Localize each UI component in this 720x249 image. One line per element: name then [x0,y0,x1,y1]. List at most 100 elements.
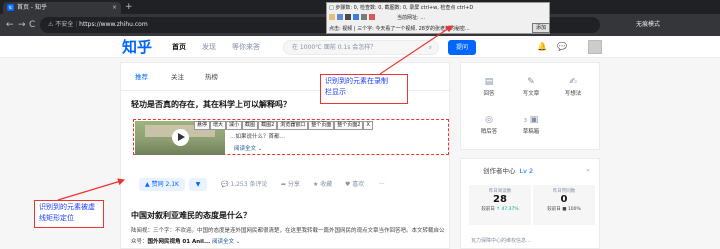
search-icon[interactable]: ⌕ [429,41,432,54]
nav-waiting-answers[interactable]: 等你来答 [232,36,260,58]
stat-change: 较前日 ↑ 47.37% [469,206,531,212]
capture-btn-page2[interactable]: 整个页面2 [334,121,364,130]
question-title-2[interactable]: 中国对叙利亚难民的态度是什么？ [131,210,251,221]
drafts-glyph: ▣ [529,115,539,125]
tab-title: 首页 - 知乎 [17,4,47,11]
callout-recorder: 识别到的元素在录制 栏显示 [320,74,408,104]
read-all-link-1[interactable]: 阅读全文 ⌄ [234,144,262,152]
sidebar-item-label: 写文章 [522,91,540,97]
recorder-status: □ 步骤数: 0, 检查数: 0, 截图数: 0, 录屏 ctrl+w, 检查点… [329,5,474,11]
favorite-button[interactable]: ★ 收藏 [313,178,332,191]
answer-icon: ▤ [484,77,494,87]
recorder-icons [329,14,389,22]
zhihu-favicon-icon: 知 [7,4,14,11]
stat-value: 28 [493,194,507,205]
downvote-button[interactable]: ▼ [189,178,207,191]
capture-btn-page[interactable]: 整个页面 [308,121,335,130]
ask-button[interactable]: 提问 [448,40,476,55]
recorder-url: 当前网址: ... [397,15,426,21]
more-button[interactable]: ··· [379,178,385,191]
share-button[interactable]: ➦ 分享 [281,178,300,191]
recognized-element-dashed-rect: 悬停 增大 减小 截图 截图2 浏览器窗口 整个页面 整个页面2 X …如果说什么？首都… 阅读… [133,119,449,155]
messages-icon[interactable]: 💬 [557,42,567,51]
back-icon[interactable]: ← [6,14,14,36]
draft-count: 3 [523,118,527,124]
rec-play-icon[interactable] [337,14,343,20]
sidebar-item-label: 写想法 [564,91,582,97]
creator-title-row[interactable]: 创作者中心 Lv 2 [483,165,533,175]
capture-btn-hover[interactable]: 悬停 [194,121,211,130]
arrow-to-dashed-rect [57,178,126,201]
question-title-1[interactable]: 轻功是否真的存在，其在科学上可以解释吗？ [131,99,291,110]
reload-icon[interactable]: C [29,14,35,36]
avatar[interactable] [588,40,602,54]
stat-views[interactable]: 昨日阅读数 28 较前日 ↑ 47.37% [469,185,531,225]
read-all-link-2[interactable]: 阅读全文 ⌄ [212,239,240,245]
search-input[interactable]: 在 1000℃ 面前 0.1s 会怎样？ ⌕ [283,40,439,55]
pen-icon: ✎ [527,77,535,87]
change-label: 较前日 [547,207,561,212]
sidebar-item-write-article[interactable]: ✎ 写文章 [511,75,551,105]
sidebar-item-answer-later[interactable]: ◎ 稍后答 [469,113,509,143]
stat-value: 0 [560,194,568,205]
sidebar-item-label: 回答 [483,91,495,97]
capture-btn-shrink[interactable]: 减小 [226,121,243,130]
url-text: https://www.zhihu.com [79,21,148,28]
creation-shortcuts: ▤ 回答 ✎ 写文章 ✍ 写想法 ◎ 稍后答 3 ▣ 草稿箱 [460,62,600,150]
forward-icon[interactable]: → [18,14,26,36]
capture-toolbar: 悬停 增大 减小 截图 截图2 浏览器窗口 整个页面 整个页面2 X [194,121,373,130]
recorder-add-button[interactable]: 添加 [532,23,550,33]
new-tab-button[interactable]: + [125,0,133,14]
comments-button[interactable]: 💬 1,253 条评论 [221,178,267,191]
notification-bell-icon[interactable]: 🔔 [537,42,547,51]
tab-follow[interactable]: 关注 [171,63,184,91]
search-placeholder: 在 1000℃ 面前 0.1s 会怎样？ [292,44,377,51]
nav-home[interactable]: 首页 [172,36,186,58]
tab-recommend[interactable]: 推荐 [135,63,148,91]
capture-btn-screenshot2[interactable]: 截图2 [258,121,278,130]
capture-btn-enlarge[interactable]: 增大 [210,121,227,130]
sidebar-item-label: 稍后答 [480,129,498,135]
sidebar-item-write-thought[interactable]: ✍ 写想法 [553,75,593,105]
creator-title: 创作者中心 [483,167,516,175]
rec-folder-icon[interactable] [329,14,335,20]
stat-change: 较前日 ■ 100% [533,206,595,212]
sidebar-item-label: 草稿箱 [522,129,540,135]
close-tab-icon[interactable]: × [112,2,117,14]
rec-save-icon[interactable] [353,14,359,20]
answer-excerpt-2: 陆阅视：三个字：不欢迎。中国的态度是连外国网民都很清楚，在这里我转载一篇外国网民… [131,226,445,248]
drafts-icon: 3 ▣ [511,113,551,127]
site-header: 知乎 首页 发现 等你来答 在 1000℃ 面前 0.1s 会怎样？ ⌕ 提问 … [0,36,720,58]
incognito-label: 无痕模式 [636,21,661,28]
rec-stop-icon[interactable] [345,14,351,20]
sidebar-item-drafts[interactable]: 3 ▣ 草稿箱 [511,113,551,143]
rec-record-icon[interactable] [369,14,375,20]
security-indicator[interactable]: ⚠ 不安全 [48,21,73,28]
creator-level: Lv 2 [519,167,534,175]
upvote-button[interactable]: ▲ 赞同 2.1K [139,178,185,191]
change-value: ■ 100% [562,207,581,212]
stat-votes[interactable]: 昨日赞同数 0 较前日 ■ 100% [533,185,595,225]
change-value: ↑ 47.37% [496,207,519,212]
clock-icon: ◎ [485,115,493,125]
tab-hot[interactable]: 热榜 [205,63,218,91]
change-label: 较前日 [481,207,495,212]
zhihu-logo[interactable]: 知乎 [122,36,152,58]
rec-settings-icon[interactable] [361,14,367,20]
callout-dashed-rect: 识别到的元素被虚 线矩形定位 [34,200,104,228]
recorder-toolbar: □ 步骤数: 0, 检查数: 0, 截图数: 0, 录屏 ctrl+w, 检查点… [326,2,550,34]
answer-excerpt-1: …如果说什么？首都… [230,134,286,140]
capture-btn-window[interactable]: 浏览器窗口 [277,121,309,130]
capture-btn-screenshot[interactable]: 截图 [242,121,259,130]
nav-discover[interactable]: 发现 [202,36,216,58]
chevron-down-icon[interactable]: ⌄ [585,165,591,173]
browser-tab[interactable]: 知首页 - 知乎 × [3,2,121,14]
play-icon[interactable] [172,129,189,146]
quill-icon: ✍ [569,77,577,87]
like-button[interactable]: ♥ 喜欢 [345,178,364,191]
recorder-recognized-element: 点击: 视频 | 三个字: 今天看了一个视频, 28岁的张老板的秘密... [329,26,470,32]
creator-footer[interactable]: 瓦力保障中心的维权信息... [471,237,531,244]
sidebar-item-answer[interactable]: ▤ 回答 [469,75,509,105]
excerpt-source: 国外网民视角 01 Anil... [147,239,211,245]
capture-btn-close[interactable]: X [363,121,373,130]
